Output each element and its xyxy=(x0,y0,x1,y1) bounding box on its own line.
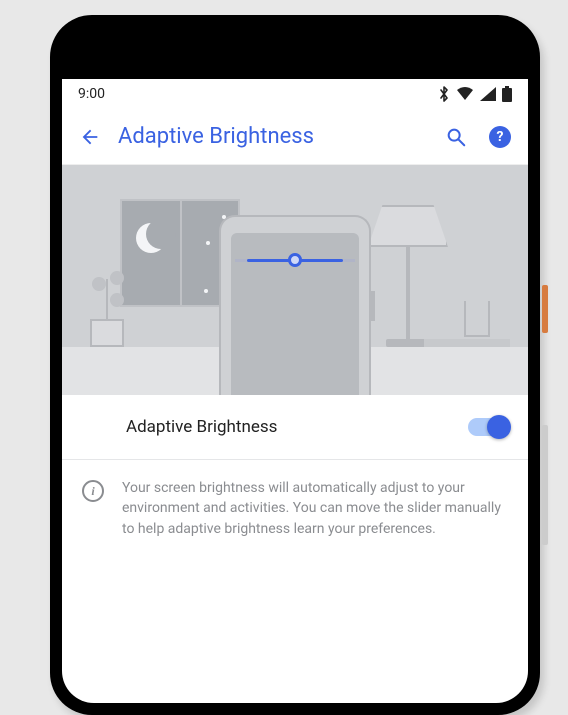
battery-icon xyxy=(502,86,512,102)
setting-label: Adaptive Brightness xyxy=(126,417,277,437)
phone-power-button xyxy=(542,285,548,333)
status-time: 9:00 xyxy=(78,86,105,102)
app-bar: Adaptive Brightness ? xyxy=(62,109,528,165)
toggle-thumb xyxy=(487,415,511,439)
wifi-icon xyxy=(456,87,474,101)
help-icon: ? xyxy=(489,126,511,148)
description-text: Your screen brightness will automaticall… xyxy=(122,478,508,539)
adaptive-brightness-row[interactable]: Adaptive Brightness xyxy=(62,395,528,460)
status-icons xyxy=(438,86,512,102)
cellular-icon xyxy=(480,87,496,101)
search-icon xyxy=(445,126,467,148)
phone-inner: 9:00 xyxy=(62,27,528,703)
description-row: i Your screen brightness will automatica… xyxy=(62,460,528,539)
bluetooth-icon xyxy=(438,86,450,102)
phone-volume-button xyxy=(542,425,548,545)
illustration-slider-thumb xyxy=(288,253,302,267)
arrow-left-icon xyxy=(79,126,101,148)
info-icon: i xyxy=(82,480,104,502)
hero-illustration xyxy=(62,165,528,395)
back-button[interactable] xyxy=(74,121,106,153)
phone-frame: 9:00 xyxy=(50,15,540,715)
screen: 9:00 xyxy=(62,79,528,703)
illustration-phone xyxy=(219,215,371,395)
help-button[interactable]: ? xyxy=(484,121,516,153)
adaptive-brightness-toggle[interactable] xyxy=(468,418,508,436)
search-button[interactable] xyxy=(440,121,472,153)
page-title: Adaptive Brightness xyxy=(118,124,428,149)
status-bar: 9:00 xyxy=(62,79,528,109)
